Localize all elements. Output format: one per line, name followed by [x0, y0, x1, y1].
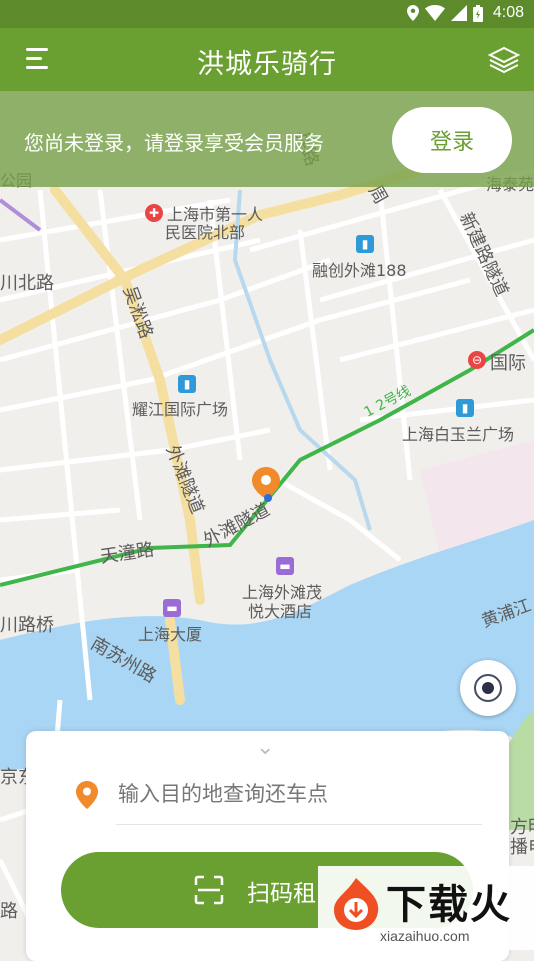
map-label-bodian: 播电 — [510, 837, 534, 858]
locate-dot — [482, 682, 494, 694]
hotel-icon: ▬ — [163, 599, 181, 617]
divider — [116, 824, 482, 825]
building-icon: ▮ — [356, 235, 374, 253]
map-label-hotel-2: 悦大酒店 — [248, 602, 313, 621]
location-pin-icon — [76, 781, 98, 809]
status-time: 4:08 — [492, 4, 524, 21]
metro-icon: ⊖ — [468, 351, 486, 369]
app-header: 洪城乐骑行 — [0, 28, 534, 91]
location-pin-icon[interactable] — [252, 467, 280, 503]
map-label-rongchuang: 融创外滩188 — [312, 261, 407, 280]
map-label-shanghai-mansions: 上海大厦 — [138, 625, 203, 644]
login-message: 您尚未登录，请登录享受会员服务 — [24, 131, 324, 155]
map-label-chuan-bridge: 川路桥 — [0, 615, 54, 636]
hospital-icon: ✚ — [145, 204, 163, 222]
map-label-international: 国际 — [490, 353, 526, 374]
watermark-logo — [334, 878, 379, 930]
map-label-chuanbei-road: 川北路 — [0, 273, 54, 294]
map-label-hospital-2: 民医院北部 — [165, 223, 246, 242]
map-label-yaojiang: 耀江国际广场 — [132, 400, 229, 419]
app-title: 洪城乐骑行 — [197, 49, 337, 80]
signal-icon — [450, 5, 467, 21]
locate-me-button[interactable] — [460, 660, 516, 716]
status-bar: 4:08 — [0, 0, 534, 28]
login-banner: 您尚未登录，请登录享受会员服务 登录 — [0, 91, 534, 187]
map-label-white-magnolia: 上海白玉兰广场 — [402, 425, 515, 444]
status-icons: 4:08 — [406, 4, 524, 22]
battery-icon — [472, 4, 483, 22]
watermark-text: 下载火 — [386, 882, 512, 928]
scan-rent-label: 扫码租 — [247, 881, 316, 907]
wifi-icon — [424, 5, 445, 21]
hotel-icon: ▬ — [276, 557, 294, 575]
building-icon: ▮ — [178, 375, 196, 393]
login-button[interactable]: 登录 — [392, 107, 512, 173]
destination-row[interactable] — [76, 771, 456, 821]
watermark-domain: xiazaihuo.com — [380, 928, 470, 944]
map-label-road-edge: 路 — [0, 901, 18, 922]
layers-icon[interactable] — [488, 44, 520, 76]
watermark: 下载火 xiazaihuo.com — [318, 866, 534, 950]
destination-input[interactable] — [116, 781, 450, 807]
building-icon: ▮ — [456, 399, 474, 417]
scan-icon — [194, 875, 224, 905]
chevron-down-icon[interactable]: ⌄ — [256, 735, 274, 760]
location-status-icon — [406, 5, 419, 21]
